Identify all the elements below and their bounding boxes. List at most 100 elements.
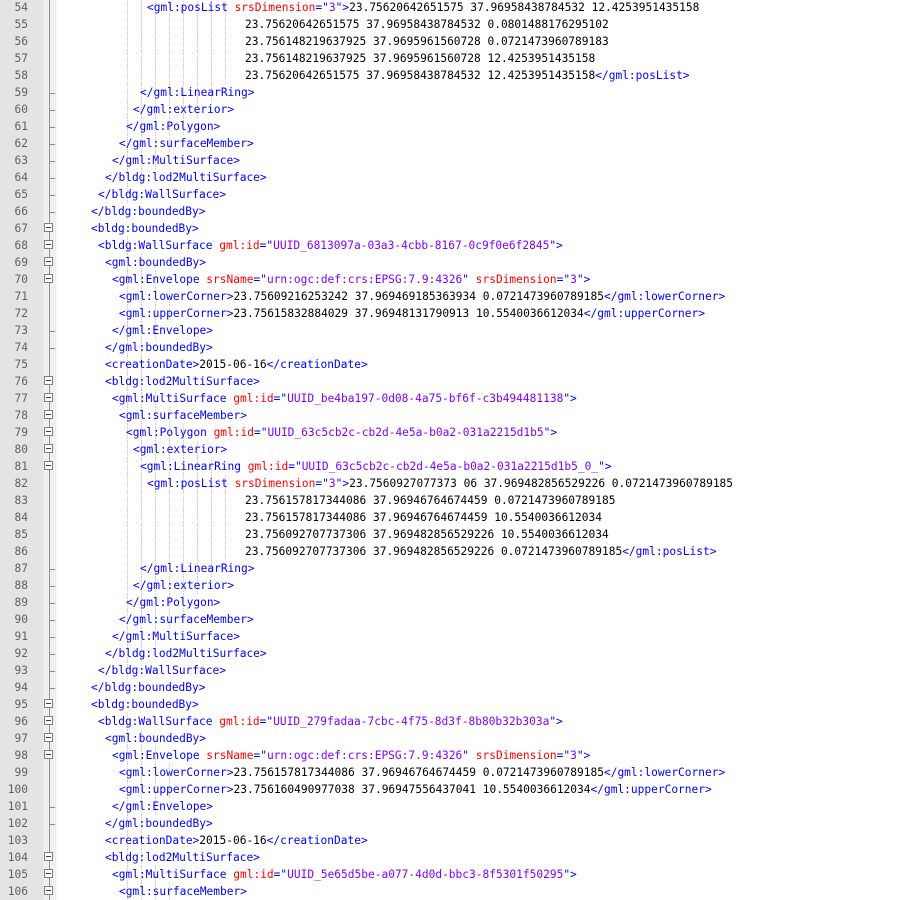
fold-toggle-icon[interactable] [44, 444, 53, 453]
code-line[interactable]: 63 </gml:MultiSurface> [0, 152, 915, 169]
code-line[interactable]: 65 </bldg:WallSurface> [0, 186, 915, 203]
code-line[interactable]: 96 <bldg:WallSurface gml:id="UUID_279fada… [0, 713, 915, 730]
code-line[interactable]: 67 <bldg:boundedBy> [0, 220, 915, 237]
code-line[interactable]: 86 23.756092707737306 37.969482856529226 … [0, 543, 915, 560]
code-line[interactable]: 77 <gml:MultiSurface gml:id="UUID_be4ba19… [0, 390, 915, 407]
xml-tag: </gml:MultiSurface> [112, 630, 240, 643]
code-line[interactable]: 99 <gml:lowerCorner>23.756157817344086 37… [0, 764, 915, 781]
fold-toggle-icon[interactable] [44, 410, 53, 419]
code-line[interactable]: 97 <gml:boundedBy> [0, 730, 915, 747]
code-line[interactable]: 94 </bldg:boundedBy> [0, 679, 915, 696]
code-line[interactable]: 80 <gml:exterior> [0, 441, 915, 458]
line-number: 82 [14, 477, 28, 490]
code-line[interactable]: 98 <gml:Envelope srsName="urn:ogc:def:crs… [0, 747, 915, 764]
code-line[interactable]: 87 </gml:LinearRing> [0, 560, 915, 577]
code-line[interactable]: 64 </bldg:lod2MultiSurface> [0, 169, 915, 186]
code-line[interactable]: 84 23.756157817344086 37.96946764674459 1… [0, 509, 915, 526]
indent-guide [155, 16, 156, 33]
fold-toggle-icon[interactable] [44, 886, 53, 895]
code-line[interactable]: 105 <gml:MultiSurface gml:id="UUID_5e65d5… [0, 866, 915, 883]
fold-toggle-icon[interactable] [44, 240, 53, 249]
code-line[interactable]: 90 </gml:surfaceMember> [0, 611, 915, 628]
code-line[interactable]: 57 23.756148219637925 37.9695961560728 12… [0, 50, 915, 67]
fold-end-marker [49, 577, 55, 587]
indent-guide [169, 543, 170, 560]
fold-toggle-icon[interactable] [44, 750, 53, 759]
indent-guide [127, 101, 128, 118]
xml-attribute-value: UUID_63c5cb2c-cb2d-4e5a-b0a2-031a2215d1b… [267, 426, 544, 439]
code-line[interactable]: 106 <gml:surfaceMember> [0, 883, 915, 900]
code-line[interactable]: 69 <gml:boundedBy> [0, 254, 915, 271]
code-line[interactable]: 55 23.75620642651575 37.96958438784532 0.… [0, 16, 915, 33]
xml-tag: "> [563, 392, 577, 405]
code-line[interactable]: 85 23.756092707737306 37.969482856529226 … [0, 526, 915, 543]
fold-toggle-icon[interactable] [44, 869, 53, 878]
fold-toggle-icon[interactable] [44, 461, 53, 470]
code-line[interactable]: 89 </gml:Polygon> [0, 594, 915, 611]
xml-tag: </bldg:WallSurface> [98, 664, 226, 677]
code-text: <gml:upperCorner>23.75615832884029 37.96… [119, 305, 705, 322]
fold-toggle-icon[interactable] [44, 733, 53, 742]
fold-toggle-icon[interactable] [44, 274, 53, 283]
xml-tag: =" [556, 273, 571, 286]
code-line[interactable]: 60 </gml:exterior> [0, 101, 915, 118]
code-line[interactable]: 76 <bldg:lod2MultiSurface> [0, 373, 915, 390]
code-line[interactable]: 93 </bldg:WallSurface> [0, 662, 915, 679]
code-editor[interactable]: 54 <gml:posList srsDimension="3">23.75620… [0, 0, 915, 900]
code-line[interactable]: 62 </gml:surfaceMember> [0, 135, 915, 152]
indent-guide [183, 526, 184, 543]
fold-toggle-icon[interactable] [44, 393, 53, 402]
xml-attribute-name: srsDimension [475, 273, 557, 286]
indent-guide [141, 33, 142, 50]
code-line[interactable]: 56 23.756148219637925 37.9695961560728 0.… [0, 33, 915, 50]
indent-guide [169, 492, 170, 509]
indent-guide [127, 509, 128, 526]
line-number: 66 [14, 205, 28, 218]
code-text: <bldg:WallSurface gml:id="UUID_6813097a-… [98, 237, 563, 254]
code-line[interactable]: 58 23.75620642651575 37.96958438784532 12… [0, 67, 915, 84]
fold-toggle-icon[interactable] [44, 376, 53, 385]
code-line[interactable]: 74 </gml:boundedBy> [0, 339, 915, 356]
fold-toggle-icon[interactable] [44, 427, 53, 436]
code-line[interactable]: 70 <gml:Envelope srsName="urn:ogc:def:crs… [0, 271, 915, 288]
fold-toggle-icon[interactable] [44, 699, 53, 708]
code-line[interactable]: 72 <gml:upperCorner>23.75615832884029 37.… [0, 305, 915, 322]
code-line[interactable]: 71 <gml:lowerCorner>23.75609216253242 37.… [0, 288, 915, 305]
fold-toggle-icon[interactable] [44, 223, 53, 232]
code-line[interactable]: 61 </gml:Polygon> [0, 118, 915, 135]
code-line[interactable]: 54 <gml:posList srsDimension="3">23.75620… [0, 0, 915, 16]
code-line[interactable]: 101 </gml:Envelope> [0, 798, 915, 815]
code-line[interactable]: 95 <bldg:boundedBy> [0, 696, 915, 713]
code-line[interactable]: 104 <bldg:lod2MultiSurface> [0, 849, 915, 866]
code-line[interactable]: 91 </gml:MultiSurface> [0, 628, 915, 645]
code-line[interactable]: 92 </bldg:lod2MultiSurface> [0, 645, 915, 662]
indent-guide [141, 475, 142, 492]
code-line[interactable]: 83 23.756157817344086 37.96946764674459 0… [0, 492, 915, 509]
fold-toggle-icon[interactable] [44, 852, 53, 861]
fold-toggle-icon[interactable] [44, 257, 53, 266]
code-line[interactable]: 88 </gml:exterior> [0, 577, 915, 594]
code-line[interactable]: 68 <bldg:WallSurface gml:id="UUID_6813097… [0, 237, 915, 254]
code-text: 23.75620642651575 37.96958438784532 0.08… [245, 16, 609, 33]
code-line[interactable]: 59 </gml:LinearRing> [0, 84, 915, 101]
code-text: 23.756092707737306 37.969482856529226 10… [245, 526, 609, 543]
code-line[interactable]: 73 </gml:Envelope> [0, 322, 915, 339]
line-number: 89 [14, 596, 28, 609]
code-line[interactable]: 100 <gml:upperCorner>23.756160490977038 3… [0, 781, 915, 798]
indent-guide [127, 475, 128, 492]
code-line[interactable]: 78 <gml:surfaceMember> [0, 407, 915, 424]
xml-tag: </bldg:WallSurface> [98, 188, 226, 201]
code-line[interactable]: 102 </gml:boundedBy> [0, 815, 915, 832]
xml-tag: "> [563, 868, 577, 881]
xml-attribute-name: gml:id [233, 392, 274, 405]
code-line[interactable]: 82 <gml:posList srsDimension="3">23.75609… [0, 475, 915, 492]
code-line[interactable]: 66 </bldg:boundedBy> [0, 203, 915, 220]
code-line[interactable]: 103 <creationDate>2015-06-16</creationDat… [0, 832, 915, 849]
xml-text: 23.756157817344086 37.96946764674459 10.… [245, 511, 602, 524]
code-line[interactable]: 81 <gml:LinearRing gml:id="UUID_63c5cb2c-… [0, 458, 915, 475]
fold-toggle-icon[interactable] [44, 716, 53, 725]
code-line[interactable]: 79 <gml:Polygon gml:id="UUID_63c5cb2c-cb2… [0, 424, 915, 441]
xml-tag: <bldg:WallSurface [98, 239, 220, 252]
line-number: 84 [14, 511, 28, 524]
code-line[interactable]: 75 <creationDate>2015-06-16</creationDate… [0, 356, 915, 373]
